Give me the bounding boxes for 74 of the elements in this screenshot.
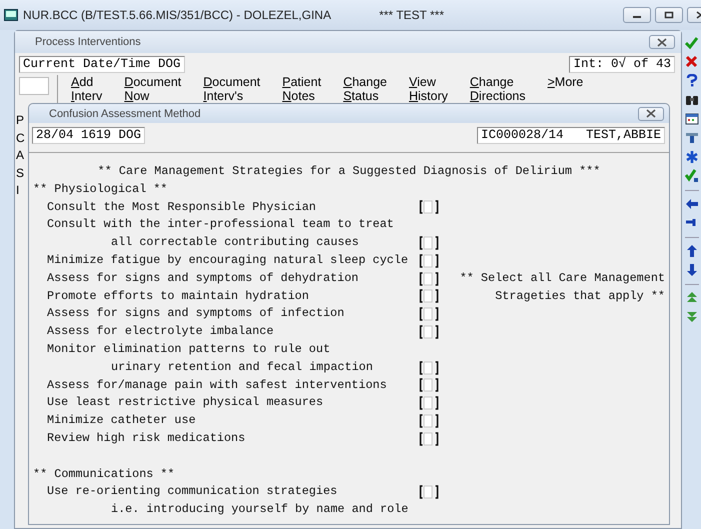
date-time-field: 28/04 1619 DOG	[32, 127, 146, 144]
item-text: Assess for signs and symptoms of infection	[46, 305, 346, 322]
close-button[interactable]	[638, 106, 664, 120]
left-arrow-icon[interactable]	[685, 197, 699, 211]
app-icon	[4, 9, 18, 21]
instruction-text: Strageties that apply **	[495, 288, 665, 305]
maximize-button[interactable]	[655, 7, 683, 23]
dialog-title: Confusion Assessment Method	[49, 108, 201, 120]
menu-item[interactable]: Patient Notes	[282, 75, 322, 103]
close-button[interactable]	[649, 35, 675, 49]
item-text: urinary retention and fecal impaction	[110, 358, 374, 376]
menu-item[interactable]: Add Interv	[71, 75, 102, 103]
checkbox[interactable]	[419, 200, 439, 214]
checkbox[interactable]	[419, 272, 439, 286]
up-arrow-icon[interactable]	[685, 244, 699, 258]
checkbox[interactable]	[419, 432, 439, 446]
item-text: Assess for signs and symptoms of dehydration	[46, 270, 360, 287]
help-icon[interactable]	[685, 74, 699, 88]
heading: ** Care Management Strategies for a Suggested Diagnosis of Delirium ***	[96, 163, 602, 180]
down-arrow-icon[interactable]	[685, 263, 699, 277]
calendar-icon[interactable]	[685, 112, 699, 126]
item-text: Use least restrictive physical measures	[46, 394, 324, 412]
checkbox[interactable]	[419, 485, 439, 500]
checkbox[interactable]	[419, 414, 439, 428]
checkbox[interactable]	[419, 396, 439, 410]
date-time-field[interactable]: Current Date/Time DOG	[19, 56, 185, 73]
double-down-icon[interactable]	[685, 310, 699, 324]
window-title: NUR.BCC (B/TEST.5.66.MIS/351/BCC) - DOLEZEL,GINA	[23, 8, 332, 22]
panel-title: Process Interventions	[35, 36, 141, 48]
menu-item[interactable]: View History	[408, 75, 448, 103]
double-up-icon[interactable]	[685, 291, 699, 305]
item-text: Minimize fatigue by encouraging natural sleep cycle	[46, 252, 410, 269]
maximize-icon	[664, 11, 674, 19]
patient-field: IC000028/14 TEST,ABBIE	[476, 127, 665, 144]
item-text: i.e. introducing yourself by name and role	[110, 501, 410, 518]
checkbox[interactable]	[419, 236, 439, 250]
row-label: C	[16, 130, 25, 146]
check-icon[interactable]	[685, 36, 699, 50]
menu-item[interactable]: Change Status	[343, 75, 387, 103]
item-text: Monitor elimination patterns to rule out	[46, 340, 332, 358]
asterisk-icon[interactable]	[685, 150, 699, 164]
item-text: Use re-orienting communication strategies	[46, 483, 338, 500]
menu-item[interactable]: Change Directions	[470, 75, 526, 103]
row-label: A	[16, 147, 24, 164]
item-text: Consult the Most Responsible Physician	[46, 198, 318, 216]
item-text: Assess for/manage pain with safest interventions	[46, 376, 388, 394]
cancel-icon[interactable]	[685, 55, 699, 69]
instruction-text: ** Select all Care Management	[460, 270, 665, 287]
section-title: ** Physiological **	[33, 180, 169, 198]
checkbox[interactable]	[419, 289, 439, 304]
row-label: S	[16, 164, 24, 182]
checkbox[interactable]	[419, 325, 439, 340]
item-text: all correctable contributing causes	[110, 234, 360, 252]
checkbox[interactable]	[419, 307, 439, 322]
binoculars-icon[interactable]	[685, 93, 699, 107]
counter-field: Int: 0√ of 43	[569, 56, 675, 73]
checkbox[interactable]	[419, 360, 439, 375]
checkbox[interactable]	[419, 254, 439, 268]
item-text: Minimize catheter use	[46, 412, 197, 430]
minimize-button[interactable]	[623, 7, 651, 23]
item-text: Assess for electrolyte imbalance	[46, 323, 275, 340]
check-icon[interactable]	[685, 169, 699, 183]
row-label: P	[16, 112, 24, 129]
menu-item[interactable]: >More	[547, 75, 584, 89]
environment-label: *** TEST ***	[379, 8, 444, 22]
menu-item[interactable]: Document Interv's	[203, 75, 260, 103]
row-label: I	[16, 182, 20, 199]
menu-item[interactable]: Document Now	[124, 75, 182, 103]
item-text: Promote efforts to maintain hydration	[46, 288, 310, 305]
item-text: Consult with the inter-professional team to treat	[46, 216, 395, 234]
item-text: Review high risk medications	[46, 430, 246, 447]
input-field[interactable]	[19, 77, 49, 95]
section-title: ** Communications **	[33, 466, 176, 483]
checkbox[interactable]	[419, 378, 439, 392]
